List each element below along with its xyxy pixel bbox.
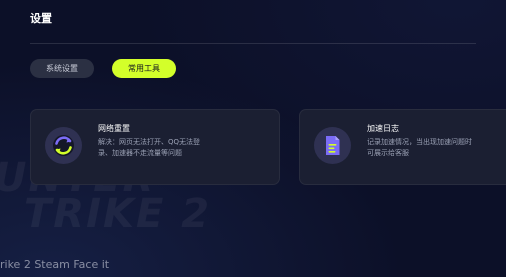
network-reset-title: 网络重置 [98, 124, 130, 133]
acceleration-log-title: 加速日志 [367, 124, 399, 133]
document-icon [314, 127, 351, 164]
background-bottom-text: rike 2 Steam Face it [0, 258, 110, 271]
network-reset-description: 解决：网页无法打开、QQ无法登 录、加速器不走流量等问题 [98, 137, 228, 159]
network-reset-desc-line-1: 解决：网页无法打开、QQ无法登 [98, 138, 201, 146]
page-title: 设置 [30, 12, 52, 25]
tab-system-settings[interactable]: 系统设置 [30, 59, 94, 78]
watermark-line-2: TRIKE 2 [24, 191, 212, 237]
header-divider [30, 43, 476, 44]
settings-tabs: 系统设置 常用工具 [30, 59, 176, 78]
network-reset-card[interactable]: 网络重置 解决：网页无法打开、QQ无法登 录、加速器不走流量等问题 [30, 109, 280, 185]
acceleration-log-desc-line-1: 记录加速情况，当出现加速问题时 [367, 138, 472, 146]
acceleration-log-card[interactable]: 加速日志 记录加速情况，当出现加速问题时 可展示给客服 [299, 109, 506, 185]
acceleration-log-description: 记录加速情况，当出现加速问题时 可展示给客服 [367, 137, 497, 159]
network-reset-desc-line-2: 录、加速器不走流量等问题 [98, 149, 182, 157]
refresh-circle-icon [45, 127, 82, 164]
acceleration-log-desc-line-2: 可展示给客服 [367, 149, 409, 157]
tab-common-tools[interactable]: 常用工具 [112, 59, 176, 78]
